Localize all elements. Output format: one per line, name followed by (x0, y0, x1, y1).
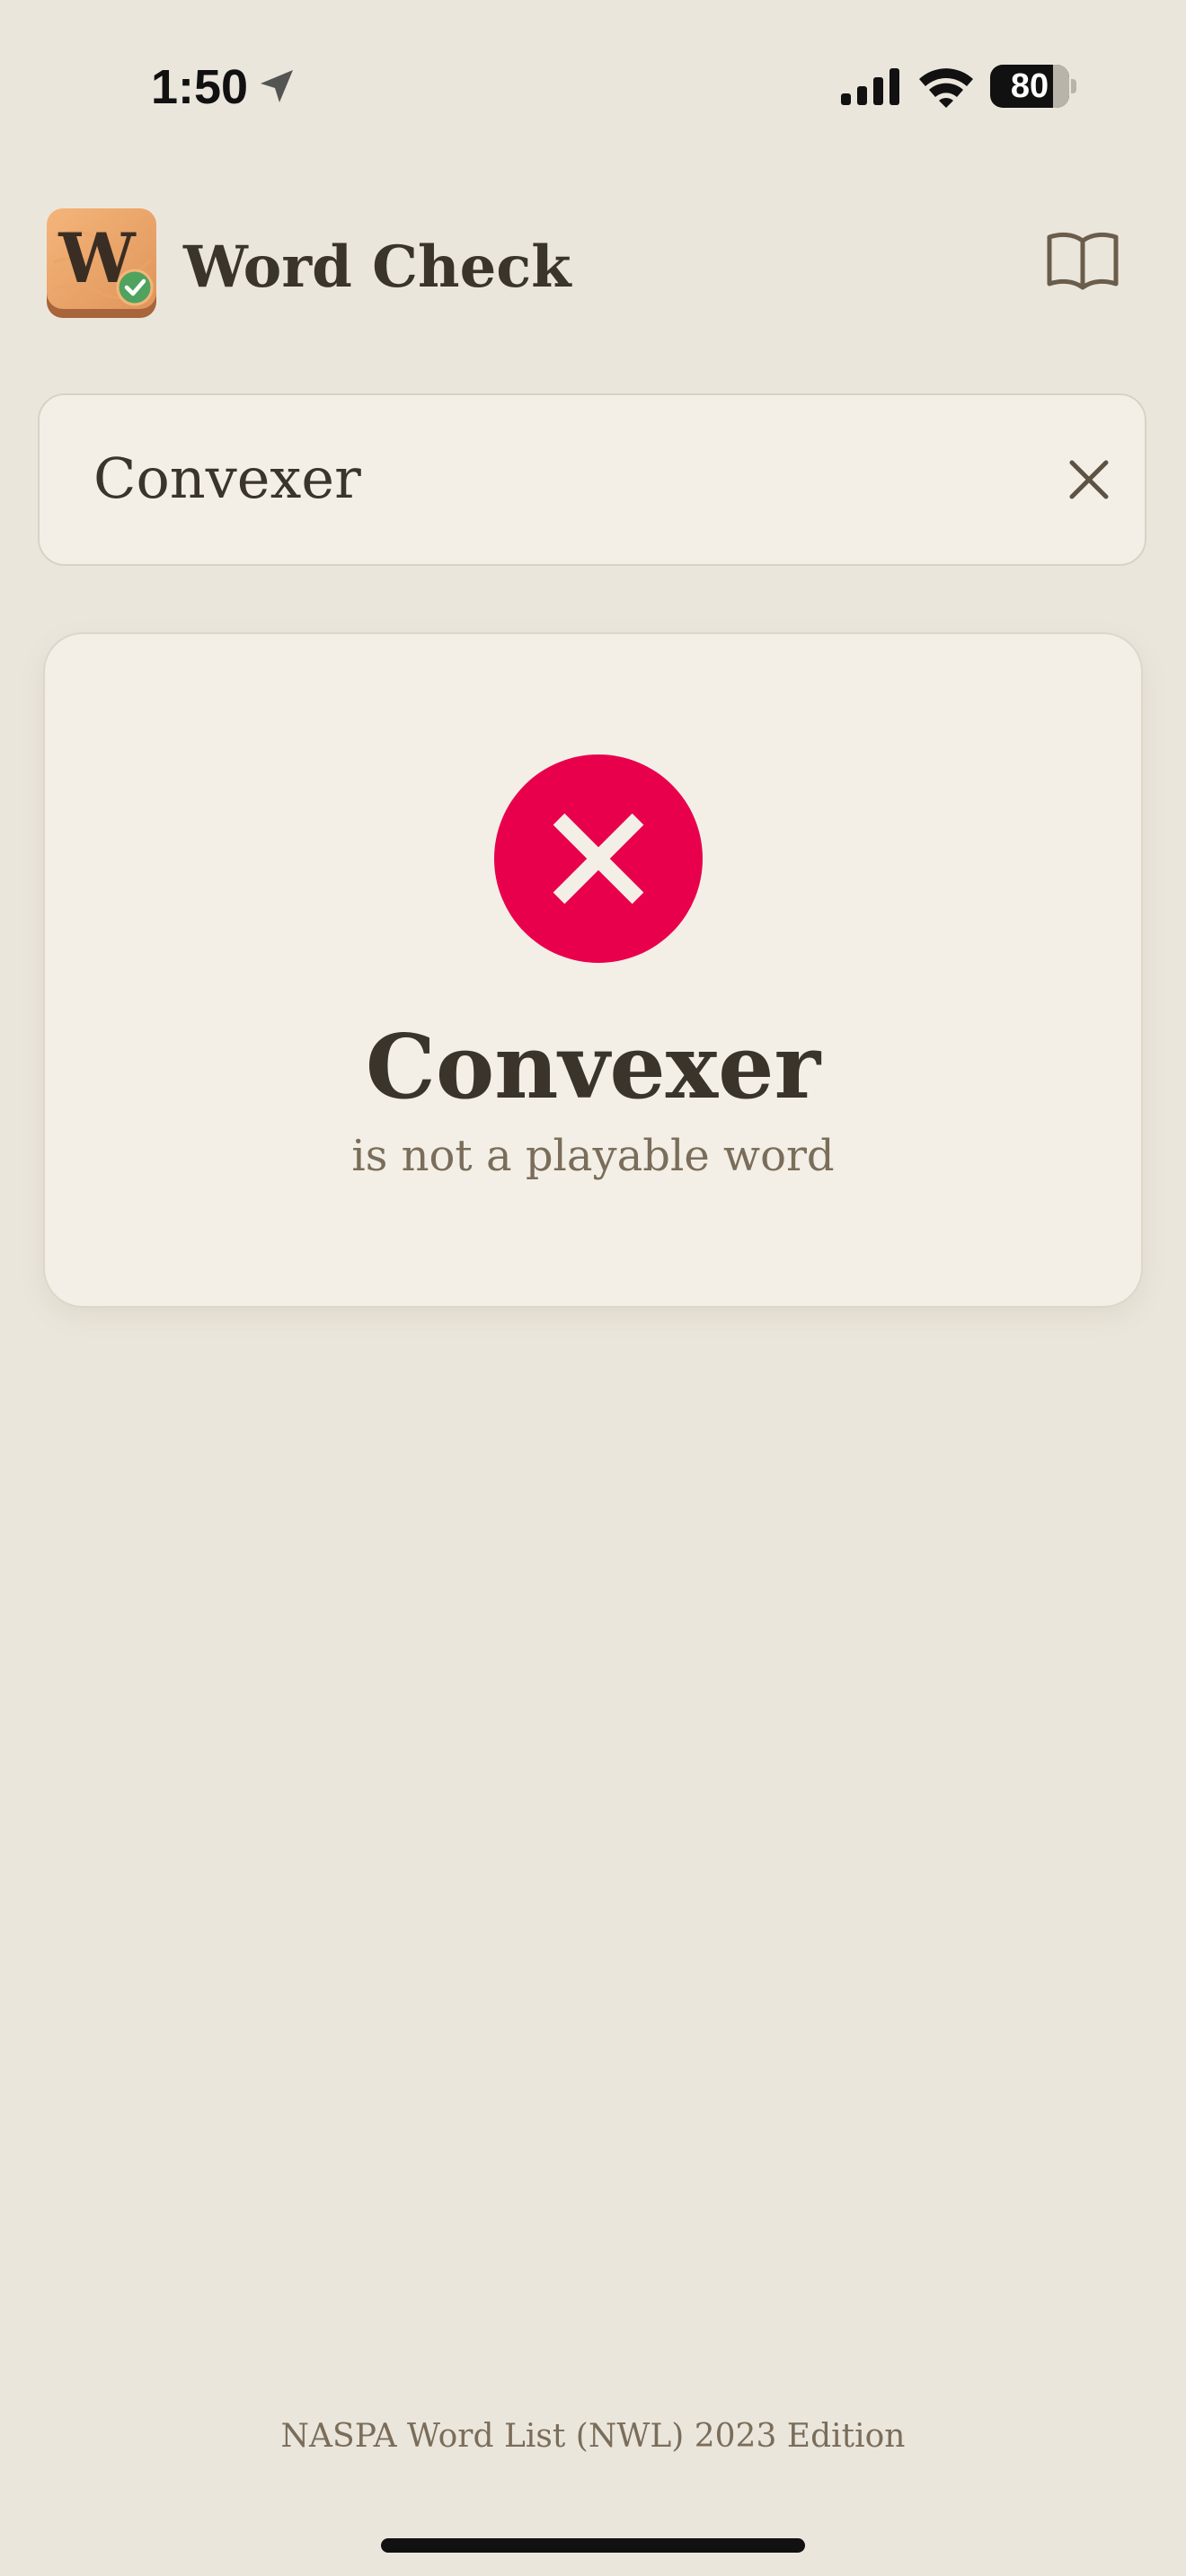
result-card: Convexer is not a playable word (43, 632, 1143, 1308)
location-arrow-icon (261, 70, 293, 102)
result-word: Convexer (365, 1016, 821, 1119)
search-input[interactable]: Convexer (38, 393, 1146, 566)
x-circle-icon (494, 754, 703, 963)
clear-search-button[interactable] (1044, 435, 1134, 525)
word-list-edition: NASPA Word List (NWL) 2023 Edition (280, 2418, 906, 2455)
battery-cap (1071, 79, 1076, 93)
home-indicator[interactable] (381, 2538, 805, 2553)
close-icon (1069, 460, 1109, 499)
wifi-icon (919, 68, 973, 108)
result-message: is not a playable word (351, 1131, 835, 1181)
status-time: 1:50 (151, 60, 249, 114)
battery-icon: 80 (990, 65, 1076, 108)
battery-level: 80 (1010, 67, 1049, 105)
app-title: Word Check (183, 234, 571, 301)
x-mark-icon (553, 813, 644, 904)
cellular-signal-icon (841, 68, 899, 105)
battery-body: 80 (990, 65, 1069, 108)
open-book-icon (1047, 232, 1119, 290)
search-input-value: Convexer (93, 446, 361, 511)
dictionary-button[interactable] (1033, 219, 1132, 305)
app-logo-icon: W (47, 208, 156, 318)
